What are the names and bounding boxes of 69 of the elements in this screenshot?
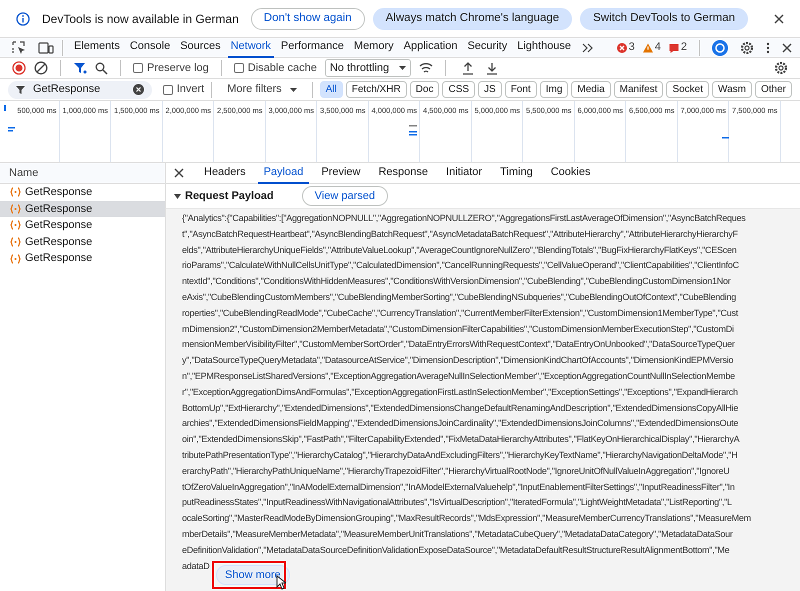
payload-text-line: {"Analytics":{"Capabilities":["AggregationNOPNULL","AggregationNOPNULLZERO","AggregationsFirstLastAverageOfDimension","AsyncBatchReques <box>182 212 746 225</box>
type-filter-chip[interactable]: Img <box>540 81 568 98</box>
panel-tab[interactable]: Network <box>228 38 274 58</box>
type-filter-chip[interactable]: Other <box>754 81 792 98</box>
type-filter-chip[interactable]: Fetch/XHR <box>346 81 407 98</box>
panel-tab[interactable]: Performance <box>278 38 347 58</box>
payload-text-line: mDimension2","CustomDimension2MemberMetadata","CustomDimensionFilterCapabilities","CustomDimensionMemberExecutionStep","CustomDi <box>182 322 734 336</box>
payload-text-line: oin","ExtendedDimensionsSkip","FastPath","FilterCapabilityExtended","FixMetaDataHierarchyAttributes","FlatKeyOnHierarchicalDisplay","HierarchyA <box>182 433 740 446</box>
infobar-button[interactable]: Don't show again <box>250 8 365 30</box>
filter-field[interactable]: GetResponse <box>8 80 152 98</box>
throttling-select[interactable]: No throttling <box>324 59 411 77</box>
issue-count[interactable]: 2 <box>680 39 687 56</box>
detail-tab[interactable]: Headers <box>198 162 252 184</box>
issue-count[interactable]: 3 <box>628 39 635 56</box>
infobar-button[interactable]: Always match Chrome's language <box>372 8 572 30</box>
checkbox-option[interactable]: Disable cache <box>234 60 317 76</box>
request-row[interactable]: GetResponse <box>0 200 165 218</box>
column-header[interactable]: Name <box>0 163 165 184</box>
payload-text-line: t","AsyncBatchRequestHeartbeat","AsyncBlendingBatchRequest","AsyncMetadataBatchRequest","AttributeHierarchy","AttributeHierarchyHierarchyF <box>182 228 738 241</box>
issue-count[interactable]: 4 <box>654 39 661 56</box>
infobar-message: DevTools is now available in German <box>42 10 239 28</box>
payload-text-line: eDefinitionValidation","MetadataDataSourceDefinitionValidationExposeDataSource","MetadataDefaultResultStructureResultAlignmentBottom","Me <box>182 544 730 557</box>
type-filter-chip[interactable]: All <box>320 81 343 98</box>
show-more-button[interactable]: Show more <box>216 565 290 585</box>
payload-text-line: rioParams","CalculateWithNullCellsUnitType","CalculatedDimension","CancelRunningRequests","CellValueOperand","ClientCapabilities","ClientInfoC <box>182 259 739 272</box>
payload-text-line: y","DataSourceTypeQueryMetadata","DatasourceAtService","DimensionDescription","DimensionKindChartOfAccounts","DimensionKindEPMVersio <box>182 354 734 368</box>
payload-text-line: BottomUp","ExtHierarchy","ExtendedDimensions","ExtendedDimensionsChangeDefaultRenamingAndDescription","ExtendedDimensionsCopyAllHie <box>182 402 738 415</box>
payload-text-line: n","EPMResponseListSharedVersions","ExceptionAggregationAverageNullInSelectionMember","ExceptionAggregationCountNullInSelectionMembe <box>182 370 735 383</box>
more-filters-dropdown[interactable]: More filters <box>219 81 305 98</box>
detail-tab[interactable]: Preview <box>315 162 366 184</box>
panel-tab[interactable]: Sources <box>177 38 224 58</box>
detail-tab[interactable]: Response <box>372 162 434 184</box>
panel-tab[interactable]: Lighthouse <box>514 38 574 58</box>
checkbox-option[interactable]: Preserve log <box>133 60 209 76</box>
payload-text-line: tOfZeroValueInAggregation","InAModelExternalDimension","InAModelExternalValuehelp","InputEnablementFilterSettings","InputReadinessFilter","In <box>182 480 735 494</box>
section-toggle[interactable]: Request Payload <box>174 188 274 204</box>
payload-text-line: ocaleSorting","MasterReadModeByDimensionGrouping","MaxResultRecords","MdsExpression","MeasureMemberCurrencyTranslations","MeasureMem <box>182 512 751 526</box>
type-filter-chip[interactable]: Doc <box>410 81 440 98</box>
detail-tab[interactable]: Payload <box>258 162 310 184</box>
payload-text-line: tributePathPresentationType","HierarchyCatalog","HierarchyDataAndExcludingFilters","HierarchyKeyTextName","HierarchyNavigationDeltaMode","H <box>182 448 738 462</box>
type-filter-chip[interactable]: Wasm <box>712 81 752 98</box>
infobar-button[interactable]: Switch DevTools to German <box>580 8 748 30</box>
panel-tab[interactable]: Security <box>464 38 510 58</box>
payload-text-line: ntextId","Conditions","ConditionsWithHiddenMeasures","ConditionsWithVersionDimension","CubeBlending","CubeBlendingCustomDimension1Nor <box>182 275 730 288</box>
payload-text-line: archies","ExtendedDimensionsFieldMapping","ExtendedDimensionsJoinCardinality","ExtendedDimensionsJoinColumns","ExtendedDimensionsOute <box>182 417 738 430</box>
payload-text-line: adataD <box>182 560 210 573</box>
panel-tab[interactable]: Application <box>400 38 460 58</box>
panel-tab[interactable]: Console <box>126 38 174 58</box>
type-filter-chip[interactable]: Socket <box>666 81 710 98</box>
payload-text-line: mensionMemberVisibilityFilter","CustomMemberSortOrder","DataEntryErrorsWithRequestContext","DataEntryOnUnbooked","DataSourceTypeQuer <box>182 338 735 352</box>
checkbox-option[interactable]: Invert <box>162 81 204 98</box>
payload-text-line: erarchyPath","HierarchyPathUniqueName","HierarchyTrapezoidFilter","HierarchyVirtualRootNode","IgnoreUnitOfNullValueInAggregation","IgnoreU <box>182 464 730 478</box>
type-filter-chip[interactable]: Font <box>504 81 537 98</box>
payload-text-line: r","ExceptionAggregationDimsAndFormulas","ExceptionAggregationFirstLastInSelectionMember","ExceptionSettings","Exceptions","ExpandHierarch <box>182 386 738 399</box>
type-filter-chip[interactable]: Media <box>571 81 611 98</box>
type-filter-chip[interactable]: CSS <box>442 81 476 98</box>
detail-tab[interactable]: Timing <box>494 162 539 184</box>
payload-text-line: elds","AttributeHierarchyUniqueFields","AttributeValueLookup","AverageCountIgnoreNullZero","BlendingTotals","BugFixHierarchyFlatKeys","CEScen <box>182 244 737 257</box>
type-filter-chip[interactable]: Manifest <box>614 81 664 98</box>
detail-tab[interactable]: Cookies <box>544 162 596 184</box>
detail-tab[interactable]: Initiator <box>440 162 488 184</box>
panel-tab[interactable]: Elements <box>71 38 123 58</box>
payload-text-line: mberDetails","MeasureMemberMetadata","MeasureMemberUnitTranslations","MetadataCubeQuery","MetadataDataCategory","MetadataDataSour <box>182 528 733 541</box>
payload-text-line: roperties","CubeBlendingReadMode","CubeCache","CurrencyTranslation","CurrentMemberFilterExtension","CustomDimension1MemberType","Cust <box>182 306 738 320</box>
type-filter-chip[interactable]: JS <box>478 81 502 98</box>
payload-text-line: putReadinessStates","InputReadinessWithNavigationalAttributes","IsVirtualDescription","IteratedFormula","LightWeightMetadata","ListReporting","L <box>182 496 732 510</box>
payload-text-line: eAxis","CubeBlendingCustomMembers","CubeBlendingMemberSorting","CubeBlendingNSubqueries","CubeBlendingOutOfContext","CubeBlending <box>182 290 736 304</box>
panel-tab[interactable]: Memory <box>350 38 397 58</box>
view-parsed-button[interactable]: View parsed <box>302 186 388 206</box>
